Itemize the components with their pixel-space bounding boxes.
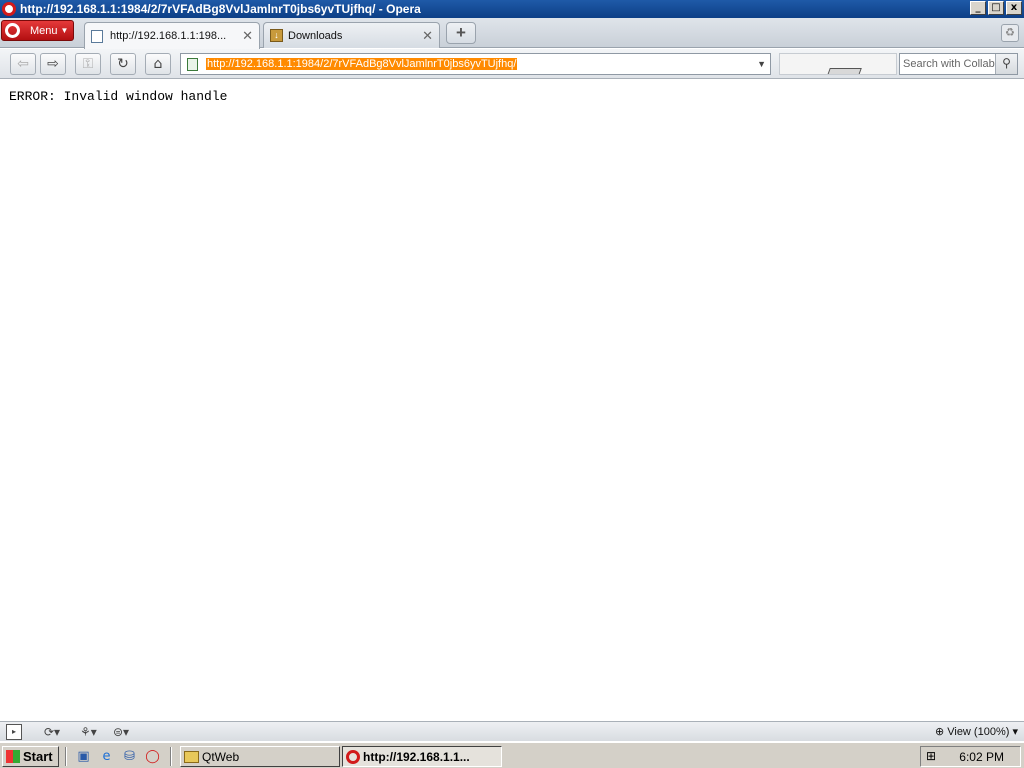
windows-logo-icon xyxy=(6,750,20,763)
close-button[interactable]: x xyxy=(1006,1,1022,15)
tab-strip: Menu ▼ http://192.168.1.1:198... ✕ ↓ Dow… xyxy=(0,18,1024,49)
extension-area xyxy=(779,53,897,75)
tab-label: http://192.168.1.1:198... xyxy=(110,30,227,42)
window-titlebar: http://192.168.1.1:1984/2/7rVFAdBg8VvlJa… xyxy=(0,0,1024,18)
address-input[interactable]: http://192.168.1.1:1984/2/7rVFAdBg8VvlJa… xyxy=(206,58,518,70)
chevron-down-icon: ▾ xyxy=(1012,726,1018,738)
tab-downloads[interactable]: ↓ Downloads ✕ xyxy=(263,22,440,48)
tray-icon[interactable]: ⊞ xyxy=(926,749,936,763)
desktop-icon[interactable]: ▣ xyxy=(75,748,92,765)
start-label: Start xyxy=(23,749,53,764)
zoom-label: View (100%) xyxy=(947,726,1010,738)
back-button[interactable]: ⇦ xyxy=(10,53,36,75)
network-icon[interactable]: ⛁ xyxy=(121,748,138,765)
tab-current-page[interactable]: http://192.168.1.1:198... ✕ xyxy=(84,22,260,49)
reload-button[interactable]: ↻ xyxy=(110,53,136,75)
page-icon xyxy=(91,29,103,43)
zoom-icon: ⊕ xyxy=(934,726,948,738)
navigation-toolbar: ⇦ ⇨ ⚿ ↻ ⌂ http://192.168.1.1:1984/2/7rVF… xyxy=(0,49,1024,79)
opera-logo-icon xyxy=(2,2,16,16)
taskbar-separator xyxy=(170,747,172,766)
home-button[interactable]: ⌂ xyxy=(145,53,171,75)
tab-label: Downloads xyxy=(288,29,343,42)
taskbar-separator xyxy=(65,747,67,766)
extension-shape xyxy=(826,68,862,74)
task-label: http://192.168.1.1... xyxy=(363,749,470,764)
status-bar: ▸ ⟳▾ ⚘▾ ⊜▾ ⊕ View (100%) ▾ xyxy=(0,721,1024,741)
page-content: ERROR: Invalid window handle xyxy=(0,80,1024,721)
opera-menu-button[interactable]: Menu ▼ xyxy=(1,20,74,41)
error-message: ERROR: Invalid window handle xyxy=(9,89,228,104)
search-box[interactable]: Search with Collab' ⚲ xyxy=(899,53,1018,75)
opera-icon[interactable]: ◯ xyxy=(144,748,161,765)
forward-button[interactable]: ⇨ xyxy=(40,53,66,75)
window-title: http://192.168.1.1:1984/2/7rVFAdBg8VvlJa… xyxy=(20,2,421,16)
search-icon[interactable]: ⚲ xyxy=(995,54,1017,74)
panel-toggle-icon[interactable]: ▸ xyxy=(6,724,22,740)
folder-icon xyxy=(184,750,199,763)
window-controls: _ □ x xyxy=(970,1,1022,15)
opera-icon xyxy=(346,749,360,764)
system-tray: ⊞ 6:02 PM xyxy=(920,746,1021,767)
chevron-down-icon: ▼ xyxy=(60,26,69,35)
new-tab-button[interactable]: + xyxy=(446,22,476,44)
download-icon: ↓ xyxy=(270,29,283,42)
trash-icon[interactable]: ♻ xyxy=(1001,24,1019,42)
zoom-control[interactable]: ⊕ View (100%) ▾ xyxy=(935,724,1018,740)
ie-icon[interactable]: e xyxy=(98,748,115,765)
turbo-icon[interactable]: ⊜▾ xyxy=(113,724,129,740)
menu-label: Menu xyxy=(30,24,58,37)
sync-icon[interactable]: ⟳▾ xyxy=(44,724,60,740)
windows-taskbar: Start ▣ e ⛁ ◯ QtWeb http://192.168.1.1..… xyxy=(0,742,1024,768)
minimize-button[interactable]: _ xyxy=(970,1,986,15)
page-icon xyxy=(187,57,198,71)
close-tab-icon[interactable]: ✕ xyxy=(422,28,433,44)
maximize-button[interactable]: □ xyxy=(988,1,1004,15)
start-button[interactable]: Start xyxy=(2,746,59,767)
task-label: QtWeb xyxy=(202,749,240,764)
chevron-down-icon[interactable]: ▼ xyxy=(757,59,766,69)
close-tab-icon[interactable]: ✕ xyxy=(242,28,253,44)
taskbar-item-qtweb[interactable]: QtWeb xyxy=(180,746,340,767)
unite-icon[interactable]: ⚘▾ xyxy=(80,724,97,740)
opera-logo-icon xyxy=(5,23,20,38)
key-icon[interactable]: ⚿ xyxy=(75,53,101,75)
search-input[interactable]: Search with Collab' xyxy=(900,58,995,70)
taskbar-item-opera[interactable]: http://192.168.1.1... xyxy=(342,746,502,767)
address-bar[interactable]: http://192.168.1.1:1984/2/7rVFAdBg8VvlJa… xyxy=(180,53,771,75)
clock: 6:02 PM xyxy=(959,750,1004,764)
